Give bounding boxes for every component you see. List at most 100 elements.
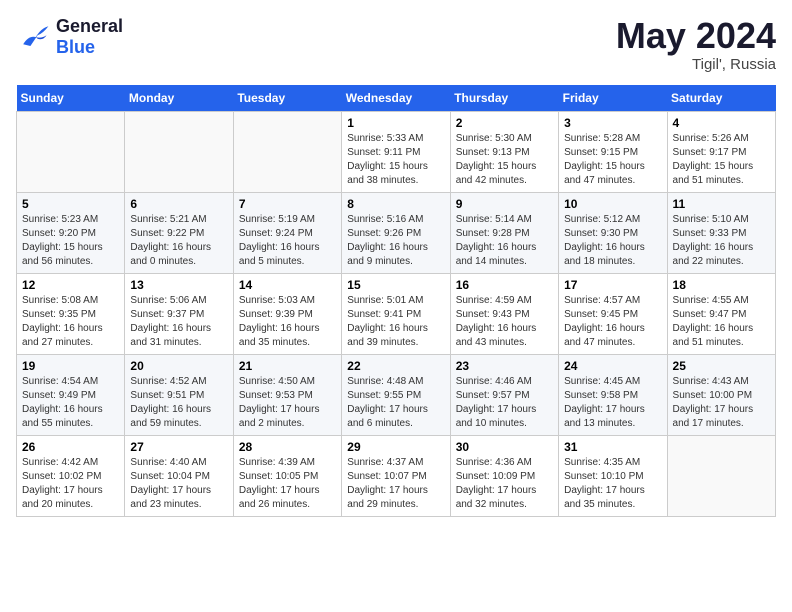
calendar-cell: 27 Sunrise: 4:40 AMSunset: 10:04 PMDaylig… xyxy=(125,435,233,516)
day-number: 13 xyxy=(130,278,227,292)
day-info: Sunrise: 4:50 AMSunset: 9:53 PMDaylight:… xyxy=(239,375,336,431)
day-info: Sunrise: 4:57 AMSunset: 9:45 PMDaylight:… xyxy=(564,294,661,350)
day-info: Sunrise: 4:52 AMSunset: 9:51 PMDaylight:… xyxy=(130,375,227,431)
weekday-header: Saturday xyxy=(667,85,775,112)
calendar-cell: 17 Sunrise: 4:57 AMSunset: 9:45 PMDayligh… xyxy=(559,273,667,354)
calendar-cell: 8 Sunrise: 5:16 AMSunset: 9:26 PMDaylight… xyxy=(342,192,450,273)
day-number: 24 xyxy=(564,359,661,373)
weekday-header: Tuesday xyxy=(233,85,341,112)
location: Tigil', Russia xyxy=(616,56,776,73)
calendar-cell: 23 Sunrise: 4:46 AMSunset: 9:57 PMDayligh… xyxy=(450,354,558,435)
calendar-cell: 24 Sunrise: 4:45 AMSunset: 9:58 PMDayligh… xyxy=(559,354,667,435)
calendar-cell: 18Sunrise: 4:55 AMSunset: 9:47 PMDayligh… xyxy=(667,273,775,354)
weekday-header: Thursday xyxy=(450,85,558,112)
day-info: Sunrise: 4:35 AMSunset: 10:10 PMDaylight… xyxy=(564,456,661,512)
day-number: 11 xyxy=(673,197,770,211)
day-number: 20 xyxy=(130,359,227,373)
calendar-cell xyxy=(233,111,341,192)
logo-icon xyxy=(16,19,52,55)
day-number: 4 xyxy=(673,116,770,130)
day-info: Sunrise: 4:39 AMSunset: 10:05 PMDaylight… xyxy=(239,456,336,512)
day-info: Sunrise: 5:01 AMSunset: 9:41 PMDaylight:… xyxy=(347,294,444,350)
day-number: 6 xyxy=(130,197,227,211)
day-info: Sunrise: 5:03 AMSunset: 9:39 PMDaylight:… xyxy=(239,294,336,350)
day-info: Sunrise: 4:59 AMSunset: 9:43 PMDaylight:… xyxy=(456,294,553,350)
day-number: 3 xyxy=(564,116,661,130)
day-number: 31 xyxy=(564,440,661,454)
calendar-cell: 22Sunrise: 4:48 AMSunset: 9:55 PMDayligh… xyxy=(342,354,450,435)
weekday-header: Friday xyxy=(559,85,667,112)
day-number: 16 xyxy=(456,278,553,292)
day-number: 10 xyxy=(564,197,661,211)
day-info: Sunrise: 5:30 AMSunset: 9:13 PMDaylight:… xyxy=(456,132,553,188)
page-header: General Blue May 2024 Tigil', Russia xyxy=(16,16,776,73)
day-number: 7 xyxy=(239,197,336,211)
calendar-cell xyxy=(667,435,775,516)
calendar-cell: 10 Sunrise: 5:12 AMSunset: 9:30 PMDayligh… xyxy=(559,192,667,273)
day-info: Sunrise: 5:06 AMSunset: 9:37 PMDaylight:… xyxy=(130,294,227,350)
calendar-cell: 29Sunrise: 4:37 AMSunset: 10:07 PMDaylig… xyxy=(342,435,450,516)
day-info: Sunrise: 4:40 AMSunset: 10:04 PMDaylight… xyxy=(130,456,227,512)
day-number: 27 xyxy=(130,440,227,454)
day-info: Sunrise: 5:28 AMSunset: 9:15 PMDaylight:… xyxy=(564,132,661,188)
calendar-cell: 19Sunrise: 4:54 AMSunset: 9:49 PMDayligh… xyxy=(17,354,125,435)
calendar-table: SundayMondayTuesdayWednesdayThursdayFrid… xyxy=(16,85,776,517)
weekday-header: Wednesday xyxy=(342,85,450,112)
day-info: Sunrise: 5:16 AMSunset: 9:26 PMDaylight:… xyxy=(347,213,444,269)
day-number: 21 xyxy=(239,359,336,373)
day-number: 15 xyxy=(347,278,444,292)
logo: General Blue xyxy=(16,16,123,58)
day-number: 17 xyxy=(564,278,661,292)
day-info: Sunrise: 5:26 AMSunset: 9:17 PMDaylight:… xyxy=(673,132,770,188)
calendar-header: SundayMondayTuesdayWednesdayThursdayFrid… xyxy=(17,85,776,112)
day-info: Sunrise: 4:54 AMSunset: 9:49 PMDaylight:… xyxy=(22,375,119,431)
day-info: Sunrise: 5:08 AMSunset: 9:35 PMDaylight:… xyxy=(22,294,119,350)
calendar-cell: 4 Sunrise: 5:26 AMSunset: 9:17 PMDaylight… xyxy=(667,111,775,192)
day-info: Sunrise: 4:36 AMSunset: 10:09 PMDaylight… xyxy=(456,456,553,512)
calendar-cell: 11Sunrise: 5:10 AMSunset: 9:33 PMDayligh… xyxy=(667,192,775,273)
calendar-cell: 26 Sunrise: 4:42 AMSunset: 10:02 PMDaylig… xyxy=(17,435,125,516)
calendar-cell: 12 Sunrise: 5:08 AMSunset: 9:35 PMDayligh… xyxy=(17,273,125,354)
day-info: Sunrise: 4:43 AMSunset: 10:00 PMDaylight… xyxy=(673,375,770,431)
day-number: 1 xyxy=(347,116,444,130)
calendar-cell: 16 Sunrise: 4:59 AMSunset: 9:43 PMDayligh… xyxy=(450,273,558,354)
calendar-cell: 15 Sunrise: 5:01 AMSunset: 9:41 PMDayligh… xyxy=(342,273,450,354)
day-number: 30 xyxy=(456,440,553,454)
calendar-cell: 28Sunrise: 4:39 AMSunset: 10:05 PMDaylig… xyxy=(233,435,341,516)
day-info: Sunrise: 4:48 AMSunset: 9:55 PMDaylight:… xyxy=(347,375,444,431)
day-number: 14 xyxy=(239,278,336,292)
calendar-cell: 13 Sunrise: 5:06 AMSunset: 9:37 PMDayligh… xyxy=(125,273,233,354)
calendar-cell xyxy=(125,111,233,192)
calendar-cell xyxy=(17,111,125,192)
day-info: Sunrise: 4:37 AMSunset: 10:07 PMDaylight… xyxy=(347,456,444,512)
day-number: 12 xyxy=(22,278,119,292)
calendar-cell: 2Sunrise: 5:30 AMSunset: 9:13 PMDaylight… xyxy=(450,111,558,192)
weekday-header: Sunday xyxy=(17,85,125,112)
day-number: 5 xyxy=(22,197,119,211)
day-number: 8 xyxy=(347,197,444,211)
calendar-cell: 1 Sunrise: 5:33 AMSunset: 9:11 PMDaylight… xyxy=(342,111,450,192)
calendar-cell: 5 Sunrise: 5:23 AMSunset: 9:20 PMDaylight… xyxy=(17,192,125,273)
calendar-cell: 20 Sunrise: 4:52 AMSunset: 9:51 PMDayligh… xyxy=(125,354,233,435)
calendar-cell: 6Sunrise: 5:21 AMSunset: 9:22 PMDaylight… xyxy=(125,192,233,273)
day-info: Sunrise: 5:14 AMSunset: 9:28 PMDaylight:… xyxy=(456,213,553,269)
weekday-header: Monday xyxy=(125,85,233,112)
day-info: Sunrise: 4:45 AMSunset: 9:58 PMDaylight:… xyxy=(564,375,661,431)
day-number: 23 xyxy=(456,359,553,373)
day-info: Sunrise: 5:33 AMSunset: 9:11 PMDaylight:… xyxy=(347,132,444,188)
day-info: Sunrise: 5:23 AMSunset: 9:20 PMDaylight:… xyxy=(22,213,119,269)
day-info: Sunrise: 5:12 AMSunset: 9:30 PMDaylight:… xyxy=(564,213,661,269)
day-number: 26 xyxy=(22,440,119,454)
day-info: Sunrise: 5:19 AMSunset: 9:24 PMDaylight:… xyxy=(239,213,336,269)
calendar-cell: 3 Sunrise: 5:28 AMSunset: 9:15 PMDaylight… xyxy=(559,111,667,192)
day-info: Sunrise: 4:46 AMSunset: 9:57 PMDaylight:… xyxy=(456,375,553,431)
calendar-cell: 31 Sunrise: 4:35 AMSunset: 10:10 PMDaylig… xyxy=(559,435,667,516)
day-info: Sunrise: 4:42 AMSunset: 10:02 PMDaylight… xyxy=(22,456,119,512)
logo-text: General Blue xyxy=(56,16,123,58)
title-block: May 2024 Tigil', Russia xyxy=(616,16,776,73)
day-number: 9 xyxy=(456,197,553,211)
calendar-cell: 25Sunrise: 4:43 AMSunset: 10:00 PMDaylig… xyxy=(667,354,775,435)
calendar-cell: 21 Sunrise: 4:50 AMSunset: 9:53 PMDayligh… xyxy=(233,354,341,435)
day-number: 18 xyxy=(673,278,770,292)
calendar-cell: 30 Sunrise: 4:36 AMSunset: 10:09 PMDaylig… xyxy=(450,435,558,516)
